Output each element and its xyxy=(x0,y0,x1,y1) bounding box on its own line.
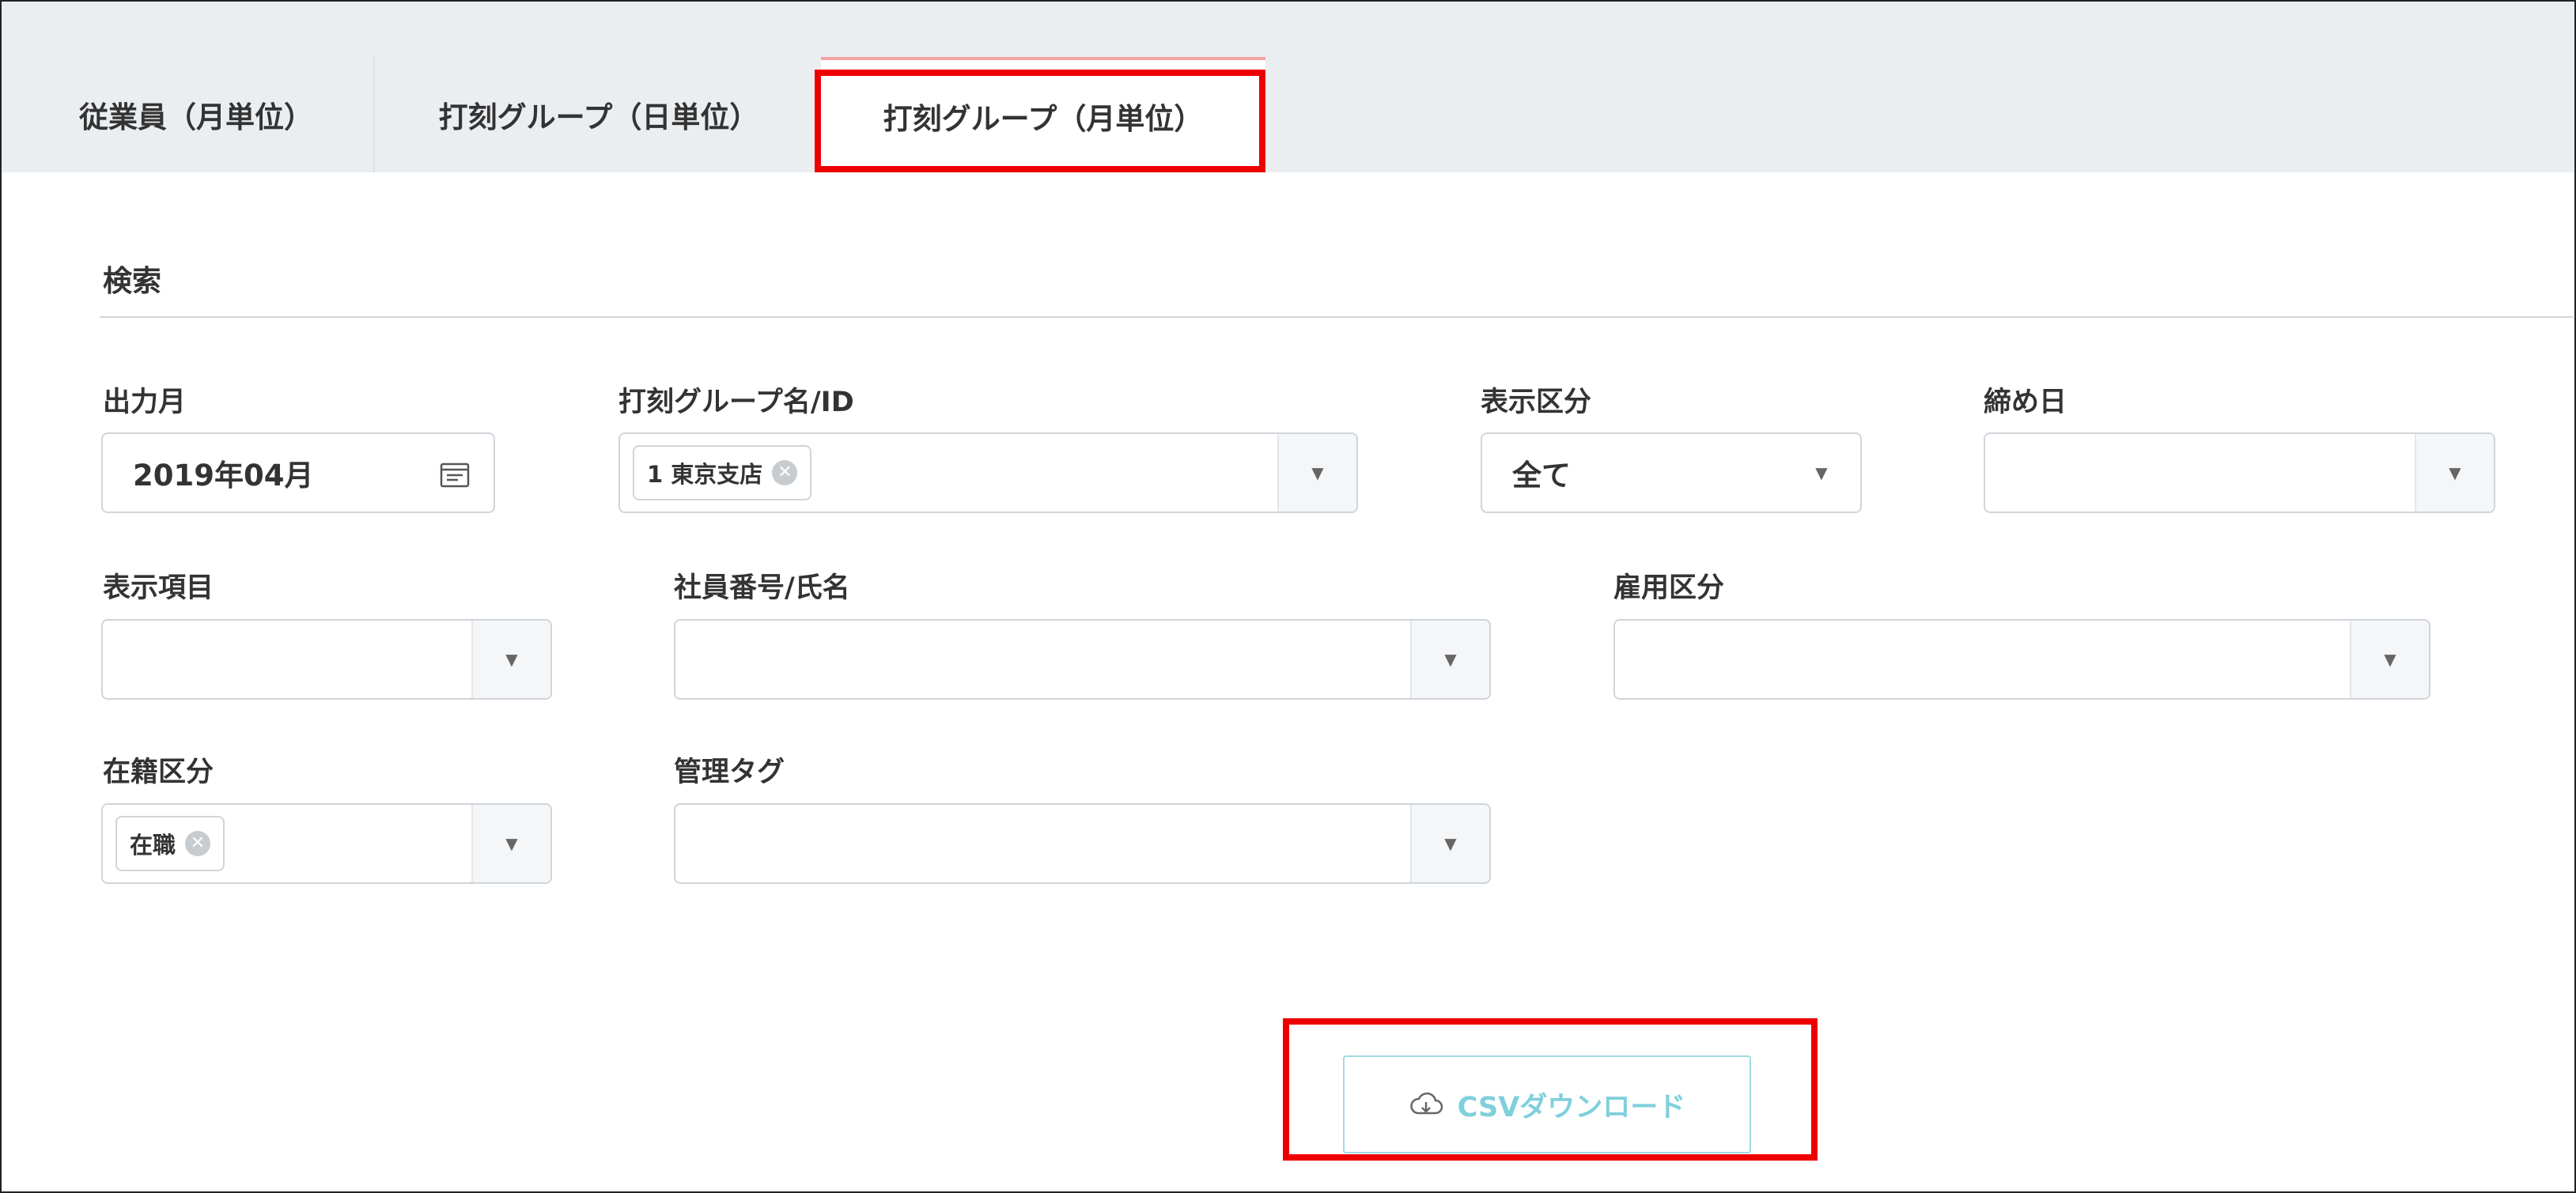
search-section-title: 検索 xyxy=(103,264,161,298)
calendar-icon[interactable] xyxy=(440,461,470,488)
closing-day-select[interactable]: ▼ xyxy=(1984,432,2495,513)
employee-select[interactable]: ▼ xyxy=(674,619,1491,700)
group-label: 打刻グループ名/ID xyxy=(618,387,854,418)
group-chip: 1 東京支店 ✕ xyxy=(633,445,812,500)
enrollment-label: 在籍区分 xyxy=(103,757,214,788)
enrollment-chip: 在職 ✕ xyxy=(115,816,225,871)
enrollment-chip-remove-icon[interactable]: ✕ xyxy=(185,831,211,856)
display-type-label: 表示区分 xyxy=(1481,387,1592,418)
chevron-down-icon[interactable]: ▼ xyxy=(1410,805,1489,882)
display-type-value: 全て xyxy=(1512,459,1571,493)
tag-label: 管理タグ xyxy=(674,757,785,788)
csv-download-button[interactable]: CSVダウンロード xyxy=(1343,1055,1751,1153)
chevron-down-icon[interactable]: ▼ xyxy=(471,805,550,882)
group-chip-label: 1 東京支店 xyxy=(647,461,763,488)
employment-type-label: 雇用区分 xyxy=(1613,572,1725,604)
tab-employee-monthly[interactable]: 従業員（月単位） xyxy=(19,57,375,172)
display-items-select[interactable]: ▼ xyxy=(101,619,552,700)
closing-day-label: 締め日 xyxy=(1984,387,2067,418)
tab-group-daily[interactable]: 打刻グループ（日単位） xyxy=(376,57,821,172)
chevron-down-icon[interactable]: ▼ xyxy=(1783,434,1860,512)
display-type-select[interactable]: 全て ▼ xyxy=(1481,432,1862,513)
display-items-label: 表示項目 xyxy=(103,572,214,604)
output-month-label: 出力月 xyxy=(103,387,187,418)
output-month-value: 2019年04月 xyxy=(133,459,314,493)
section-divider xyxy=(100,316,2573,318)
enrollment-select[interactable]: 在職 ✕ ▼ xyxy=(101,803,552,884)
chevron-down-icon[interactable]: ▼ xyxy=(471,621,550,698)
chevron-down-icon[interactable]: ▼ xyxy=(2350,621,2429,698)
chevron-down-icon[interactable]: ▼ xyxy=(1410,621,1489,698)
cloud-download-icon xyxy=(1409,1092,1443,1115)
csv-download-label: CSVダウンロード xyxy=(1457,1091,1686,1123)
chevron-down-icon[interactable]: ▼ xyxy=(1277,434,1356,512)
tag-select[interactable]: ▼ xyxy=(674,803,1491,884)
tab-group-monthly[interactable]: 打刻グループ（月単位） xyxy=(821,57,1265,172)
employee-label: 社員番号/氏名 xyxy=(674,572,850,604)
enrollment-chip-label: 在職 xyxy=(130,832,176,859)
output-month-input[interactable]: 2019年04月 xyxy=(101,432,495,513)
chevron-down-icon[interactable]: ▼ xyxy=(2415,434,2494,512)
employment-type-select[interactable]: ▼ xyxy=(1613,619,2430,700)
group-select[interactable]: 1 東京支店 ✕ ▼ xyxy=(618,432,1358,513)
group-chip-remove-icon[interactable]: ✕ xyxy=(772,460,798,485)
